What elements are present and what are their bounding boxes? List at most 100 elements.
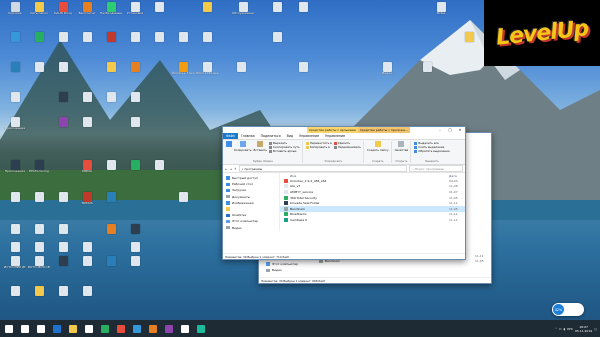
desktop-icon[interactable] xyxy=(100,256,122,278)
desktop-icon[interactable] xyxy=(76,32,98,54)
nav-item[interactable]: Видео xyxy=(223,225,279,231)
desktop-icon[interactable]: Notes xyxy=(430,2,452,24)
file-row[interactable]: AIA_v3 11-08 xyxy=(280,184,465,190)
column-date[interactable]: Дата xyxy=(449,174,465,178)
file-row[interactable]: BlueStacks 11-11 xyxy=(280,212,465,218)
desktop-icon[interactable] xyxy=(292,2,314,24)
properties-button[interactable]: Свойства xyxy=(395,141,408,152)
desktop-icon[interactable]: Windows 7 версия xyxy=(172,62,194,84)
taskbar-explorer-button[interactable] xyxy=(66,322,80,336)
tab-view[interactable]: Вид xyxy=(284,133,296,139)
taskbar-app-button[interactable] xyxy=(114,322,128,336)
file-row[interactable]: Unlocker_1.9.2_x86_x64 04-03 xyxy=(280,178,465,184)
desktop-icon[interactable] xyxy=(196,2,218,24)
desktop-icon[interactable] xyxy=(100,192,122,214)
desktop-icon[interactable] xyxy=(52,286,74,308)
taskbar-app-button[interactable] xyxy=(194,322,208,336)
desktop-icon[interactable] xyxy=(52,256,74,278)
tab-share[interactable]: Поделиться xyxy=(258,133,284,139)
tab-manage-app[interactable]: Управление xyxy=(322,133,348,139)
desktop-icon[interactable] xyxy=(100,62,122,84)
desktop-icon[interactable] xyxy=(148,32,170,54)
desktop-icon[interactable] xyxy=(4,92,26,114)
paste-shortcut-button[interactable]: Вставить ярлык xyxy=(269,149,300,153)
taskbar-app-button[interactable] xyxy=(98,322,112,336)
paste-button[interactable]: Вставить xyxy=(253,141,267,153)
desktop-icon[interactable]: EPCM mining xyxy=(28,160,50,182)
desktop-icon[interactable] xyxy=(4,62,26,84)
desktop-icon[interactable] xyxy=(124,117,146,139)
desktop-icon[interactable]: ВОТО МОЯ СЕМЬЯ xyxy=(28,256,50,278)
search-input[interactable]: ⌕ Поиск: программы xyxy=(409,165,463,172)
taskbar-search-button[interactable] xyxy=(18,322,32,336)
maximize-button[interactable]: □ xyxy=(445,128,455,132)
forward-arrow-icon[interactable]: → xyxy=(230,167,233,171)
desktop-icon[interactable] xyxy=(416,62,438,84)
desktop-icon[interactable] xyxy=(4,286,26,308)
desktop-icon[interactable] xyxy=(28,286,50,308)
desktop-icon[interactable] xyxy=(76,117,98,139)
desktop-icon[interactable]: Бесплатно xyxy=(76,2,98,24)
copy-to-button[interactable]: Копировать в xyxy=(305,145,332,149)
desktop-icon[interactable] xyxy=(148,160,170,182)
column-name[interactable]: Имя xyxy=(284,174,449,178)
back-arrow-icon[interactable]: ← xyxy=(225,167,228,171)
file-row[interactable]: Camtasia 9 11-11 xyxy=(280,217,465,223)
desktop-icon[interactable] xyxy=(52,117,74,139)
desktop-icon[interactable]: Необходимые MTS xyxy=(100,2,122,24)
desktop-icon[interactable] xyxy=(100,224,122,246)
desktop-icon[interactable] xyxy=(4,32,26,54)
tab-manage-shortcut[interactable]: Управление xyxy=(296,133,322,139)
desktop-icon[interactable] xyxy=(76,92,98,114)
file-row[interactable]: Kinvade Seal Folder 11-11 xyxy=(280,200,465,206)
chevron-up-icon[interactable]: ˄ xyxy=(555,327,557,331)
taskbar-edge-button[interactable] xyxy=(50,322,64,336)
address-bar[interactable]: « программы xyxy=(238,165,407,172)
desktop-icon[interactable]: Сеть папок xyxy=(28,2,50,24)
clock[interactable]: 18:07 05.11.2019 xyxy=(575,325,592,333)
desktop-icon[interactable] xyxy=(52,92,74,114)
desktop-icon[interactable]: Корзина xyxy=(4,2,26,24)
desktop-icon[interactable] xyxy=(52,192,74,214)
desktop-icon[interactable] xyxy=(124,92,146,114)
file-row[interactable]: AMMYY_service 01-07 xyxy=(280,189,465,195)
desktop-icon[interactable] xyxy=(52,62,74,84)
desktop-icon[interactable]: TRIMUS xyxy=(76,192,98,214)
desktop-icon[interactable] xyxy=(100,160,122,182)
taskbar-app-button[interactable] xyxy=(178,322,192,336)
desktop-icon[interactable] xyxy=(100,92,122,114)
desktop-icon[interactable] xyxy=(172,192,194,214)
desktop-icon[interactable] xyxy=(4,192,26,214)
tab-file[interactable]: Файл xyxy=(223,133,238,139)
desktop-icon[interactable] xyxy=(266,2,288,24)
desktop-icon[interactable] xyxy=(52,32,74,54)
desktop-icon[interactable] xyxy=(458,32,480,54)
desktop-icon[interactable] xyxy=(28,192,50,214)
taskbar-start-button[interactable] xyxy=(2,322,16,336)
desktop-icon[interactable]: Видео xyxy=(376,62,398,84)
desktop-icon[interactable]: DAUD Drive xyxy=(52,2,74,24)
desktop-icon[interactable] xyxy=(124,160,146,182)
desktop-icon[interactable]: Установка xyxy=(124,2,146,24)
close-button[interactable]: ✕ xyxy=(455,128,465,132)
desktop-icon[interactable]: Обслуживание xyxy=(232,2,254,24)
taskbar-app-button[interactable] xyxy=(162,322,176,336)
desktop-icon[interactable]: Приложения xyxy=(4,160,26,182)
desktop-icon[interactable] xyxy=(172,32,194,54)
desktop-icon[interactable]: ИСТОЧНИК ИНСТРУКЦИЯ xyxy=(4,256,26,278)
desktop-icon[interactable] xyxy=(266,32,288,54)
desktop-icon[interactable]: Word 2010 версия xyxy=(196,62,218,84)
desktop-icon[interactable] xyxy=(28,62,50,84)
pin-button[interactable] xyxy=(226,141,232,153)
copy-button[interactable]: Копировать xyxy=(234,141,251,153)
network-icon[interactable]: ▭ xyxy=(559,327,562,331)
cpu-widget[interactable]: 42% xyxy=(552,303,584,316)
tab-home[interactable]: Главная xyxy=(238,133,258,139)
new-folder-button[interactable]: Создать папку xyxy=(367,141,389,152)
desktop-icon[interactable]: MMMA xyxy=(76,160,98,182)
desktop-icon[interactable] xyxy=(100,32,122,54)
language-indicator[interactable]: РУС xyxy=(567,327,573,331)
desktop-icon[interactable]: Приложение xyxy=(4,117,26,139)
volume-icon[interactable]: ◖ xyxy=(564,327,566,331)
file-row[interactable]: 360 Total Security 11-05 xyxy=(280,195,465,201)
